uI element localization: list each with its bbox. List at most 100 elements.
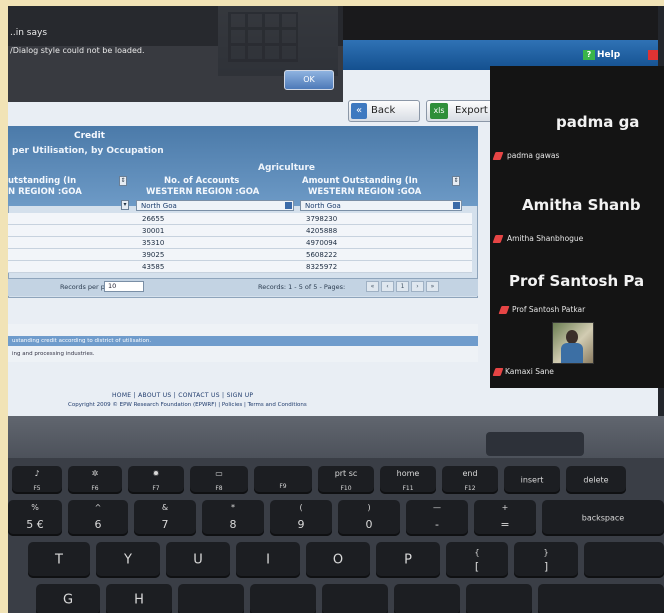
table-cell: 8325972	[300, 261, 472, 273]
key-sublabel: F11	[402, 485, 414, 492]
key-enter[interactable]	[538, 584, 664, 613]
key-f7[interactable]: ✹ F7	[128, 466, 184, 494]
col2-filter-value: North Goa	[141, 202, 177, 210]
current-page[interactable]: 1	[396, 281, 409, 292]
next-page-button[interactable]: ›	[411, 281, 424, 292]
table-cell: 5608222	[300, 249, 472, 261]
note-line-1: ustanding credit according to district o…	[12, 338, 152, 344]
footer-links[interactable]: HOME | ABOUT US | CONTACT US | SIGN UP	[112, 392, 253, 399]
key-f5[interactable]: ♪ F5	[12, 466, 62, 494]
key-home[interactable]: home F11	[380, 466, 436, 494]
col2-header: No. of Accounts	[164, 176, 240, 186]
key-label: [	[474, 560, 480, 573]
key-label: T	[55, 552, 63, 568]
key-top-label: ^	[94, 503, 102, 512]
key-minus[interactable]: — -	[406, 500, 468, 536]
key-label: 9	[297, 518, 305, 531]
table-cell	[8, 237, 136, 249]
key-left-bracket[interactable]: {[	[446, 542, 508, 578]
key-end[interactable]: end F12	[442, 466, 498, 494]
key-label: backspace	[581, 513, 625, 523]
back-arrow-icon: «	[351, 103, 367, 119]
key-o[interactable]: O	[306, 542, 370, 578]
key-label: P	[404, 552, 412, 568]
records-per-page-select[interactable]: 10	[104, 281, 144, 292]
participant-1-name: padma gawas	[507, 151, 560, 160]
key-top-label: +	[501, 503, 509, 512]
key-t[interactable]: T	[28, 542, 90, 578]
key-label: delete	[583, 475, 609, 485]
key-label: insert	[520, 475, 544, 485]
participant-4-body	[561, 343, 583, 363]
key-backslash[interactable]	[584, 542, 664, 578]
table-cell: 4205888	[300, 225, 472, 237]
key-g[interactable]: G	[36, 584, 100, 613]
key-prtsc[interactable]: prt sc F10	[318, 466, 374, 494]
speaker-icon: ♪	[34, 469, 40, 478]
keyboard: ♪ F5 ✲ F6 ✹ F7 ▭ F8 F9 prt sc F10 home F11 end…	[8, 458, 664, 613]
key-label: -	[435, 518, 439, 531]
key-sublabel: F12	[464, 485, 476, 492]
col2-filter-select[interactable]: North Goa	[136, 200, 294, 211]
key-p[interactable]: P	[376, 542, 440, 578]
key-k[interactable]	[250, 584, 316, 613]
copyright-text: Copyright 2009 © EPW Research Foundation…	[68, 402, 307, 408]
key-top-label: )	[367, 503, 371, 512]
key-7[interactable]: & 7	[134, 500, 196, 536]
note-line-2: ing and processing industries.	[12, 351, 95, 357]
key-0[interactable]: ) 0	[338, 500, 400, 536]
key-f8[interactable]: ▭ F8	[190, 466, 248, 494]
first-page-button[interactable]: «	[366, 281, 379, 292]
col1-sort-icon[interactable]: ⇕	[119, 176, 127, 186]
participant-3-name: Prof Santosh Patkar	[512, 305, 586, 314]
col3-sort-icon[interactable]: ⇕	[452, 176, 460, 186]
key-delete[interactable]: delete	[566, 466, 626, 494]
col3-filter-select[interactable]: North Goa	[300, 200, 462, 211]
prev-page-button[interactable]: ‹	[381, 281, 394, 292]
col2-header-region: WESTERN REGION :GOA	[146, 187, 260, 197]
key-i[interactable]: I	[236, 542, 300, 578]
key-label: 8	[229, 518, 237, 531]
key-j[interactable]	[178, 584, 244, 613]
key-label: F7	[152, 485, 160, 492]
col1-header: utstanding (In	[8, 176, 77, 186]
key-f6[interactable]: ✲ F6	[68, 466, 122, 494]
key-f9[interactable]: F9	[254, 466, 312, 494]
col1-filter-button[interactable]: ▾	[121, 200, 129, 210]
table-cell	[8, 225, 136, 237]
key-label: F5	[33, 485, 41, 492]
key-8[interactable]: * 8	[202, 500, 264, 536]
ok-button[interactable]: OK	[284, 70, 334, 90]
table-cell: 3798230	[300, 213, 472, 225]
key-label: ]	[543, 560, 549, 573]
key-u[interactable]: U	[166, 542, 230, 578]
help-link[interactable]: ? Help	[583, 50, 620, 60]
last-page-button[interactable]: »	[426, 281, 439, 292]
table-cell	[8, 249, 136, 261]
key-y[interactable]: Y	[96, 542, 160, 578]
key-quote[interactable]	[466, 584, 532, 613]
key-right-bracket[interactable]: }]	[514, 542, 578, 578]
key-equals[interactable]: + =	[474, 500, 536, 536]
key-l[interactable]	[322, 584, 388, 613]
key-label: U	[193, 552, 203, 568]
menu-icon[interactable]	[648, 50, 658, 60]
participant-3-tile-name: Prof Santosh Pa	[509, 272, 645, 290]
key-h[interactable]: H	[106, 584, 172, 613]
key-9[interactable]: (9	[270, 500, 332, 536]
key-label: home	[396, 469, 420, 478]
section-title: Credit	[74, 131, 105, 141]
key-label: =	[500, 518, 510, 531]
dialog-message: /Dialog style could not be loaded.	[10, 46, 145, 55]
participant-2-tile-name: Amitha Shanb	[522, 196, 641, 214]
key-top-label: &	[161, 503, 169, 512]
key-semicolon[interactable]	[394, 584, 460, 613]
key-label: F8	[215, 485, 223, 492]
key-5[interactable]: % 5 €	[8, 500, 62, 536]
records-summary: Records: 1 - 5 of 5 - Pages:	[258, 283, 346, 291]
table-cell	[8, 261, 136, 273]
key-insert[interactable]: insert	[504, 466, 560, 494]
key-backspace[interactable]: backspace	[542, 500, 664, 536]
key-top-label: *	[231, 503, 235, 512]
key-6[interactable]: ^ 6	[68, 500, 128, 536]
